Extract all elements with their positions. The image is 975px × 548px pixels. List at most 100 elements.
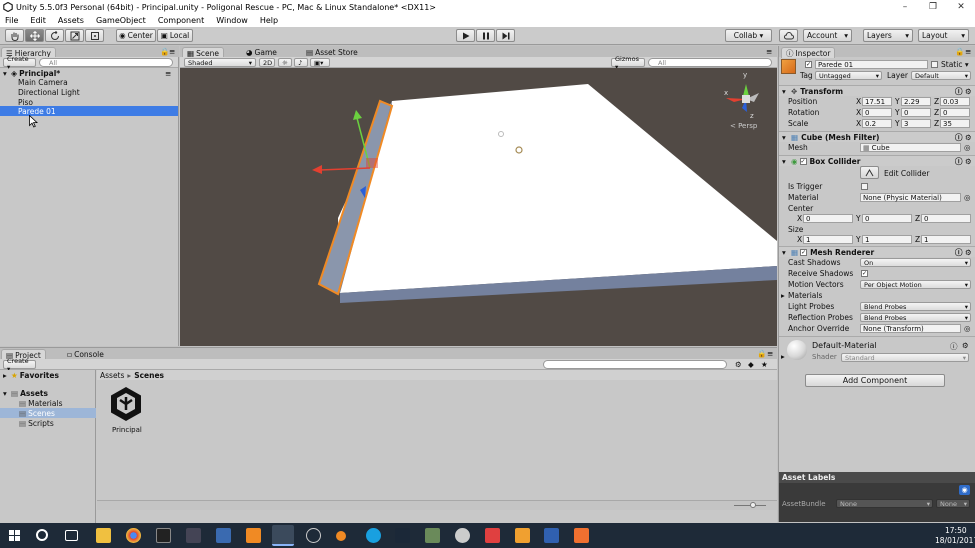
gear-icon[interactable]: ⚙ (965, 133, 972, 142)
search-icon[interactable] (36, 529, 48, 541)
epic-games-icon[interactable] (156, 528, 171, 543)
expand-arrow-icon[interactable]: ▸ (781, 352, 785, 361)
gizmo-y-arrow[interactable] (353, 110, 362, 120)
static-checkbox[interactable] (931, 61, 938, 68)
chrome-icon[interactable] (126, 528, 141, 543)
expand-arrow-icon[interactable]: ▾ (782, 133, 791, 142)
asset-labels-bar[interactable]: Asset Labels (779, 472, 975, 483)
center-x-field[interactable]: 0 (803, 214, 853, 223)
shader-dropdown[interactable]: Standard ▾ (841, 353, 969, 362)
rotate-tool-button[interactable] (45, 29, 64, 42)
scene-lighting-button[interactable]: ☼ (278, 58, 292, 67)
collab-button[interactable]: Collab ▾ (725, 29, 772, 42)
lock-icon[interactable]: 🔒 (757, 349, 766, 358)
step-button[interactable] (496, 29, 515, 42)
size-y-field[interactable]: 1 (862, 235, 912, 244)
anchor-override-field[interactable]: None (Transform) (860, 324, 961, 333)
panel-menu-icon[interactable]: ≡ (767, 349, 773, 358)
orientation-gizmo[interactable] (726, 84, 759, 112)
gear-icon[interactable]: ⚙ (965, 87, 972, 96)
folder-scripts[interactable]: ▤ Scripts (0, 418, 96, 428)
hierarchy-create-dropdown[interactable]: Create ▾ (3, 55, 36, 71)
account-dropdown[interactable]: Account ▾ (803, 29, 852, 42)
layout-dropdown[interactable]: Layout ▾ (918, 29, 969, 42)
breadcrumb-root[interactable]: Assets (100, 371, 124, 380)
material-preview-sphere[interactable] (787, 340, 807, 360)
expand-arrow-icon[interactable]: ▾ (3, 389, 11, 398)
gear-icon[interactable]: ⚙ (965, 157, 972, 166)
assets-root-row[interactable]: ▾ ▤ Assets (0, 388, 96, 398)
tag-dropdown[interactable]: Untagged ▾ (815, 71, 882, 80)
center-z-field[interactable]: 0 (921, 214, 971, 223)
favorite-star-icon[interactable]: ★ (761, 360, 768, 369)
task-view-icon[interactable] (65, 530, 78, 541)
scale-y-field[interactable]: 3 (901, 119, 931, 128)
object-picker-icon[interactable]: ◎ (964, 324, 971, 333)
menu-assets[interactable]: Assets (52, 16, 90, 25)
is-trigger-checkbox[interactable] (861, 183, 868, 190)
minimize-button[interactable]: – (891, 0, 919, 14)
cloud-button[interactable] (779, 29, 798, 42)
scene-effects-dropdown[interactable]: ▣▾ (310, 58, 330, 67)
hierarchy-search-input[interactable]: All (39, 58, 173, 67)
filter-type-icon[interactable]: ⚙ (735, 360, 742, 369)
rotation-y-field[interactable]: 0 (901, 108, 931, 117)
gear-icon[interactable]: ⚙ (965, 248, 972, 257)
expand-arrow-icon[interactable]: ▾ (782, 248, 791, 257)
gizmo-plane-handle[interactable] (366, 158, 378, 168)
scene-viewport[interactable]: y x z < Persp (180, 68, 777, 346)
app-icon[interactable] (485, 528, 500, 543)
app-icon[interactable] (216, 528, 231, 543)
center-y-field[interactable]: 0 (862, 214, 912, 223)
add-component-button[interactable]: Add Component (805, 374, 945, 387)
reflection-probes-dropdown[interactable]: Blend Probes ▾ (860, 313, 971, 322)
menu-component[interactable]: Component (152, 16, 210, 25)
size-z-field[interactable]: 1 (921, 235, 971, 244)
panel-menu-icon[interactable]: ≡ (766, 47, 772, 56)
unity-hub-icon[interactable] (306, 528, 321, 543)
rotation-z-field[interactable]: 0 (940, 108, 970, 117)
vlc-icon[interactable] (246, 528, 261, 543)
panel-menu-icon[interactable]: ≡ (965, 47, 971, 56)
hierarchy-item-main-camera[interactable]: Main Camera (0, 77, 178, 87)
gizmos-dropdown[interactable]: Gizmos ▾ (611, 55, 645, 71)
position-x-field[interactable]: 17.51 (862, 97, 892, 106)
clock-date[interactable]: 18/01/2017 (935, 536, 975, 545)
object-name-field[interactable]: Parede 01 (815, 60, 928, 69)
help-icon[interactable]: ⓘ (950, 341, 958, 352)
favorites-row[interactable]: ▸ ★ Favorites (0, 370, 96, 380)
app-icon[interactable] (186, 528, 201, 543)
app-icon[interactable] (515, 528, 530, 543)
help-icon[interactable]: ⓘ (955, 86, 963, 97)
edit-collider-button[interactable] (860, 166, 879, 179)
filter-label-icon[interactable]: ◆ (748, 360, 754, 369)
position-y-field[interactable]: 2.29 (901, 97, 931, 106)
scale-x-field[interactable]: 0.2 (862, 119, 892, 128)
menu-help[interactable]: Help (254, 16, 284, 25)
move-tool-button[interactable] (25, 29, 44, 42)
scene-audio-button[interactable]: ♪ (294, 58, 308, 67)
project-search-input[interactable] (543, 360, 727, 369)
scale-z-field[interactable]: 35 (940, 119, 970, 128)
app-icon[interactable] (336, 531, 346, 541)
breadcrumb-current[interactable]: Scenes (134, 371, 164, 380)
hierarchy-item-directional-light[interactable]: Directional Light (0, 87, 178, 97)
lock-icon[interactable]: 🔒 (160, 47, 169, 56)
zoom-slider-handle[interactable] (750, 502, 756, 508)
tab-inspector[interactable]: ⓘ Inspector (781, 47, 836, 58)
box-collider-enabled-checkbox[interactable]: ✓ (799, 157, 807, 165)
maximize-button[interactable]: ❐ (919, 0, 947, 14)
help-icon[interactable]: ⓘ (955, 156, 963, 167)
menu-gameobject[interactable]: GameObject (90, 16, 152, 25)
box-collider-component-header[interactable]: ▾ ◉ ✓ Box Collider ⓘ ⚙ (779, 155, 975, 166)
pivot-center-button[interactable]: ◉ Center (116, 29, 156, 42)
skype-icon[interactable] (366, 528, 381, 543)
folder-materials[interactable]: ▤ Materials (0, 398, 96, 408)
transform-component-header[interactable]: ▾ ✥ Transform ⓘ ⚙ (779, 85, 975, 96)
expand-arrow-icon[interactable]: ▾ (782, 157, 791, 166)
project-create-dropdown[interactable]: Create ▾ (3, 357, 36, 373)
folder-scenes[interactable]: ▤ Scenes (0, 408, 96, 418)
hierarchy-item-parede-01[interactable]: Parede 01 (0, 106, 178, 116)
gizmo-x-arrow[interactable] (312, 165, 322, 174)
menu-file[interactable]: File (0, 16, 24, 25)
